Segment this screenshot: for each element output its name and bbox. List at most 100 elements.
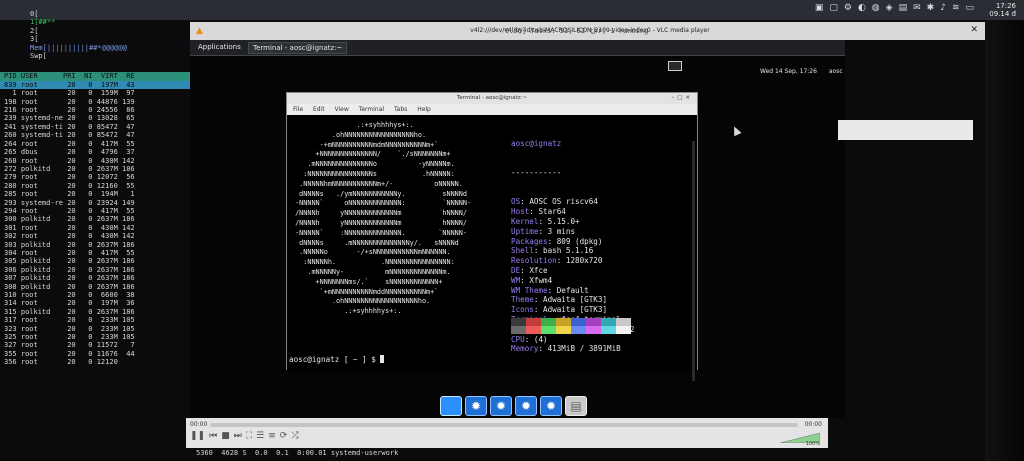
previous-icon[interactable]: ⏮ [209, 431, 217, 441]
info-key: WM [511, 275, 521, 285]
color-swatch [556, 318, 571, 326]
palette-row-2 [511, 326, 631, 334]
table-row[interactable]: 198 root 20 0 44876 139 [0, 98, 190, 106]
info-value: bash 5.1.16 [543, 246, 594, 256]
table-row[interactable]: 325 root 20 0 233M 105 [0, 333, 190, 341]
chat-icon[interactable]: ◐ [858, 3, 866, 13]
settings-icon[interactable]: ✹ [540, 396, 562, 416]
mem-meter: Mem[||||||||||##*@@@@@@ [0, 44, 190, 52]
gear-icon[interactable]: ⚙ [844, 3, 852, 13]
settings-icon[interactable]: ✹ [515, 396, 537, 416]
table-row[interactable]: 216 root 20 0 24556 86 [0, 106, 190, 114]
info-key: Memory [511, 344, 539, 354]
terminal-body[interactable]: .:+syhhhhys+:. .ohNNNNNNNNNNNNNNNNNho. -… [287, 115, 697, 381]
table-row[interactable]: 317 root 20 0 233M 105 [0, 316, 190, 324]
info-colon: : [538, 226, 548, 236]
taskbar-terminal-button[interactable]: Terminal - aosc@ignatz:~ [248, 42, 348, 54]
bookmark-icon[interactable]: ▤ [899, 3, 908, 13]
table-row[interactable]: 265 dbus 20 0 4796 37 [0, 148, 190, 156]
extended-settings-icon[interactable]: ☰ [256, 431, 264, 441]
terminal-titlebar[interactable]: Terminal - aosc@ignatz:~ –□✕ [287, 93, 697, 104]
info-key: Shell [511, 246, 534, 256]
settings-icon[interactable]: ✹ [490, 396, 512, 416]
htop-last-row-tail: 5360 4628 S 0.0 0.1 0:00.01 systemd-user… [196, 449, 399, 457]
table-row[interactable]: 304 root 20 0 417M 55 [0, 249, 190, 257]
table-row[interactable]: 280 root 20 0 12160 55 [0, 182, 190, 190]
bluetooth-icon[interactable]: ✱ [927, 3, 935, 13]
mic-icon[interactable]: ♪ [940, 3, 946, 13]
info-colon: : [556, 256, 566, 266]
table-row[interactable]: 279 root 20 0 12072 56 [0, 173, 190, 181]
table-row[interactable]: 302 root 20 0 430M 142 [0, 232, 190, 240]
menu-file[interactable]: File [293, 106, 303, 113]
info-value: 5.15.0+ [547, 216, 580, 226]
table-row[interactable]: 300 polkitd 20 0 2637M 186 [0, 215, 190, 223]
wifi-icon[interactable]: ≋ [952, 3, 960, 13]
table-row[interactable]: 272 polkitd 20 0 2637M 186 [0, 165, 190, 173]
table-row[interactable]: 293 systemd-re 20 0 23924 149 [0, 199, 190, 207]
table-row[interactable]: 1 root 20 0 159M 97 [0, 89, 190, 97]
table-row[interactable]: 315 polkitd 20 0 2637M 186 [0, 308, 190, 316]
next-icon[interactable]: ⏭ [234, 431, 242, 441]
info-value: Default [556, 285, 589, 295]
xfce-panel: Applications Terminal - aosc@ignatz:~ [190, 40, 845, 56]
battery-icon[interactable]: ▭ [965, 3, 974, 13]
xfce-clock[interactable]: Wed 14 Sep, 17:26 aosc [760, 68, 843, 75]
table-row[interactable]: 285 root 20 0 194M 1 [0, 190, 190, 198]
stop-icon[interactable]: ■ [221, 431, 230, 441]
table-row[interactable]: 303 polkitd 20 0 2637M 186 [0, 241, 190, 249]
info-key: OS [511, 197, 521, 207]
panel-window-icon[interactable] [668, 61, 682, 71]
volume-icon[interactable]: ◈ [886, 3, 893, 13]
app-icon[interactable]: ▣ [815, 3, 824, 13]
table-row[interactable]: 264 root 20 0 417M 55 [0, 140, 190, 148]
terminal-scrollbar[interactable] [692, 141, 695, 381]
table-row[interactable]: 268 root 20 0 430M 142 [0, 157, 190, 165]
table-row[interactable]: 355 root 20 0 11676 44 [0, 350, 190, 358]
table-row[interactable]: 310 root 20 0 6600 38 [0, 291, 190, 299]
screen-icon[interactable]: ▢ [829, 3, 838, 13]
fullscreen-icon[interactable]: ⛶ [246, 431, 252, 441]
game-icon[interactable]: ◍ [872, 3, 880, 13]
terminal-window[interactable]: Terminal - aosc@ignatz:~ –□✕ File Edit V… [286, 92, 698, 381]
seek-bar[interactable] [210, 423, 798, 427]
file-manager-icon[interactable]: ▤ [565, 396, 587, 416]
close-icon[interactable]: ✕ [970, 25, 978, 35]
system-clock[interactable]: 17:26 09.14 đ [989, 2, 1016, 18]
playlist-icon[interactable]: ≡ [268, 431, 276, 441]
loop-icon[interactable]: ⟳ [280, 431, 288, 441]
info-value: Xfce [529, 265, 548, 275]
elapsed-time: 00:00 [190, 421, 208, 428]
table-row[interactable]: 305 polkitd 20 0 2637M 186 [0, 257, 190, 265]
menu-view[interactable]: View [335, 106, 349, 113]
menu-tabs[interactable]: Tabs [394, 106, 407, 113]
table-row[interactable]: 301 root 20 0 430M 142 [0, 224, 190, 232]
mail-icon[interactable]: ✉ [913, 3, 921, 13]
table-row[interactable]: 307 polkitd 20 0 2637M 186 [0, 274, 190, 282]
table-row[interactable]: 308 polkitd 20 0 2637M 186 [0, 283, 190, 291]
table-row[interactable]: 323 root 20 0 233M 105 [0, 325, 190, 333]
pause-icon[interactable]: ❚❚ [190, 431, 205, 441]
desktop-icon[interactable] [440, 396, 462, 416]
menu-help[interactable]: Help [417, 106, 431, 113]
htop-column-header[interactable]: PID USER PRI NI VIRT RE [0, 72, 190, 81]
shell-prompt[interactable]: aosc@ignatz [ ~ ] $ [289, 355, 385, 364]
menu-terminal[interactable]: Terminal [359, 106, 384, 113]
table-row[interactable]: 306 polkitd 20 0 2637M 186 [0, 266, 190, 274]
info-colon: : [520, 265, 530, 275]
applications-menu[interactable]: Applications [198, 43, 241, 51]
window-buttons[interactable]: –□✕ [671, 93, 693, 104]
settings-icon[interactable]: ✹ [465, 396, 487, 416]
table-row[interactable]: 294 root 20 0 417M 55 [0, 207, 190, 215]
table-row[interactable]: 314 root 20 0 197M 36 [0, 299, 190, 307]
table-row[interactable]: 839 root 20 0 197M 43 [0, 80, 190, 90]
table-row[interactable]: 356 root 20 0 12120 [0, 358, 190, 366]
menu-edit[interactable]: Edit [313, 106, 325, 113]
table-row[interactable]: 239 systemd-ne 20 0 13028 65 [0, 114, 190, 122]
info-colon: : [520, 275, 530, 285]
shuffle-icon[interactable]: ⤮ [291, 431, 298, 441]
table-row[interactable]: 260 systemd-ti 20 0 85472 47 [0, 131, 190, 139]
table-row[interactable]: 241 systemd-ti 20 0 85472 47 [0, 123, 190, 131]
info-value: Xfwm4 [529, 275, 553, 285]
table-row[interactable]: 327 root 20 0 11572 7 [0, 341, 190, 349]
